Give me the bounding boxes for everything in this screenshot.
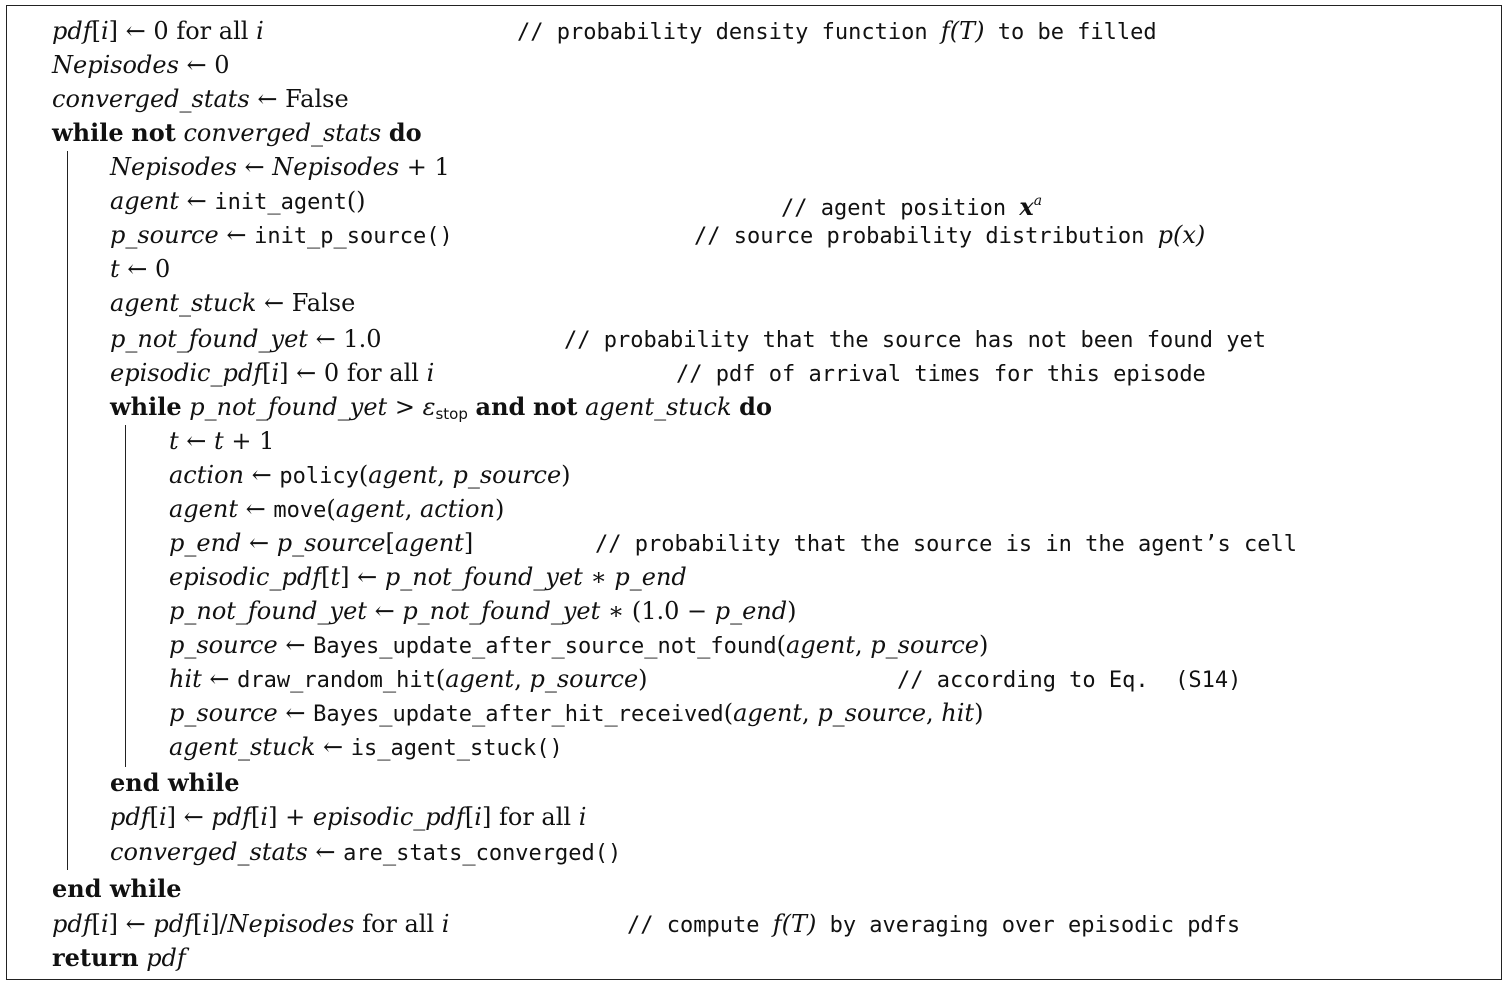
- line-11: episodic_pdf[i] ← 0 for all i: [110, 359, 435, 387]
- line-25: converged_stats ← are_stats_converged(): [110, 838, 622, 866]
- line-5: Nepisodes ← Nepisodes + 1: [110, 153, 450, 181]
- comment-1: // probability density function f(T) to …: [517, 17, 1157, 45]
- line-26: end while: [52, 874, 182, 903]
- line-24: pdf[i] ← pdf[i] + episodic_pdf[i] for al…: [110, 803, 587, 831]
- line-1: pdf[i] ← 0 for all i: [52, 17, 264, 45]
- comment-2: // agent position xa: [781, 192, 1043, 221]
- line-9: agent_stuck ← False: [110, 289, 356, 317]
- line-17: episodic_pdf[t] ← p_not_found_yet ∗ p_en…: [169, 563, 687, 591]
- line-16: p_end ← p_source[agent]: [169, 529, 474, 557]
- line-7: p_source ← init_p_source(): [110, 221, 453, 249]
- inner-loop-bar: [125, 425, 126, 767]
- line-22: agent_stuck ← is_agent_stuck(): [169, 733, 563, 761]
- line-3: converged_stats ← False: [52, 85, 349, 113]
- line-12: while p_not_found_yet > εstop and not ag…: [110, 392, 772, 423]
- comment-4: // probability that the source has not b…: [564, 328, 1266, 353]
- line-2: Nepisodes ← 0: [52, 51, 230, 79]
- line-4: while not converged_stats do: [52, 118, 422, 147]
- line-14: action ← policy(agent, p_source): [169, 461, 571, 489]
- outer-loop-bar: [67, 151, 68, 870]
- line-28: return pdf: [52, 943, 186, 972]
- line-13: t ← t + 1: [169, 427, 275, 455]
- line-20: hit ← draw_random_hit(agent, p_source): [169, 665, 648, 693]
- line-15: agent ← move(agent, action): [169, 495, 505, 523]
- line-6: agent ← init_agent(): [110, 187, 366, 215]
- comment-7: // according to Eq. (S14): [897, 668, 1242, 693]
- comment-3: // source probability distribution p(x): [694, 221, 1206, 249]
- comment-6: // probability that the source is in the…: [595, 532, 1297, 557]
- line-18: p_not_found_yet ← p_not_found_yet ∗ (1.0…: [169, 597, 797, 625]
- line-19: p_source ← Bayes_update_after_source_not…: [169, 631, 989, 659]
- comment-8: // compute f(T) by averaging over episod…: [627, 910, 1241, 938]
- line-27: pdf[i] ← pdf[i]/Nepisodes for all i: [52, 910, 450, 938]
- line-8: t ← 0: [110, 255, 171, 283]
- line-21: p_source ← Bayes_update_after_hit_receiv…: [169, 699, 984, 727]
- comment-5: // pdf of arrival times for this episode: [676, 362, 1206, 387]
- line-23: end while: [110, 768, 240, 797]
- line-10: p_not_found_yet ← 1.0: [110, 325, 382, 353]
